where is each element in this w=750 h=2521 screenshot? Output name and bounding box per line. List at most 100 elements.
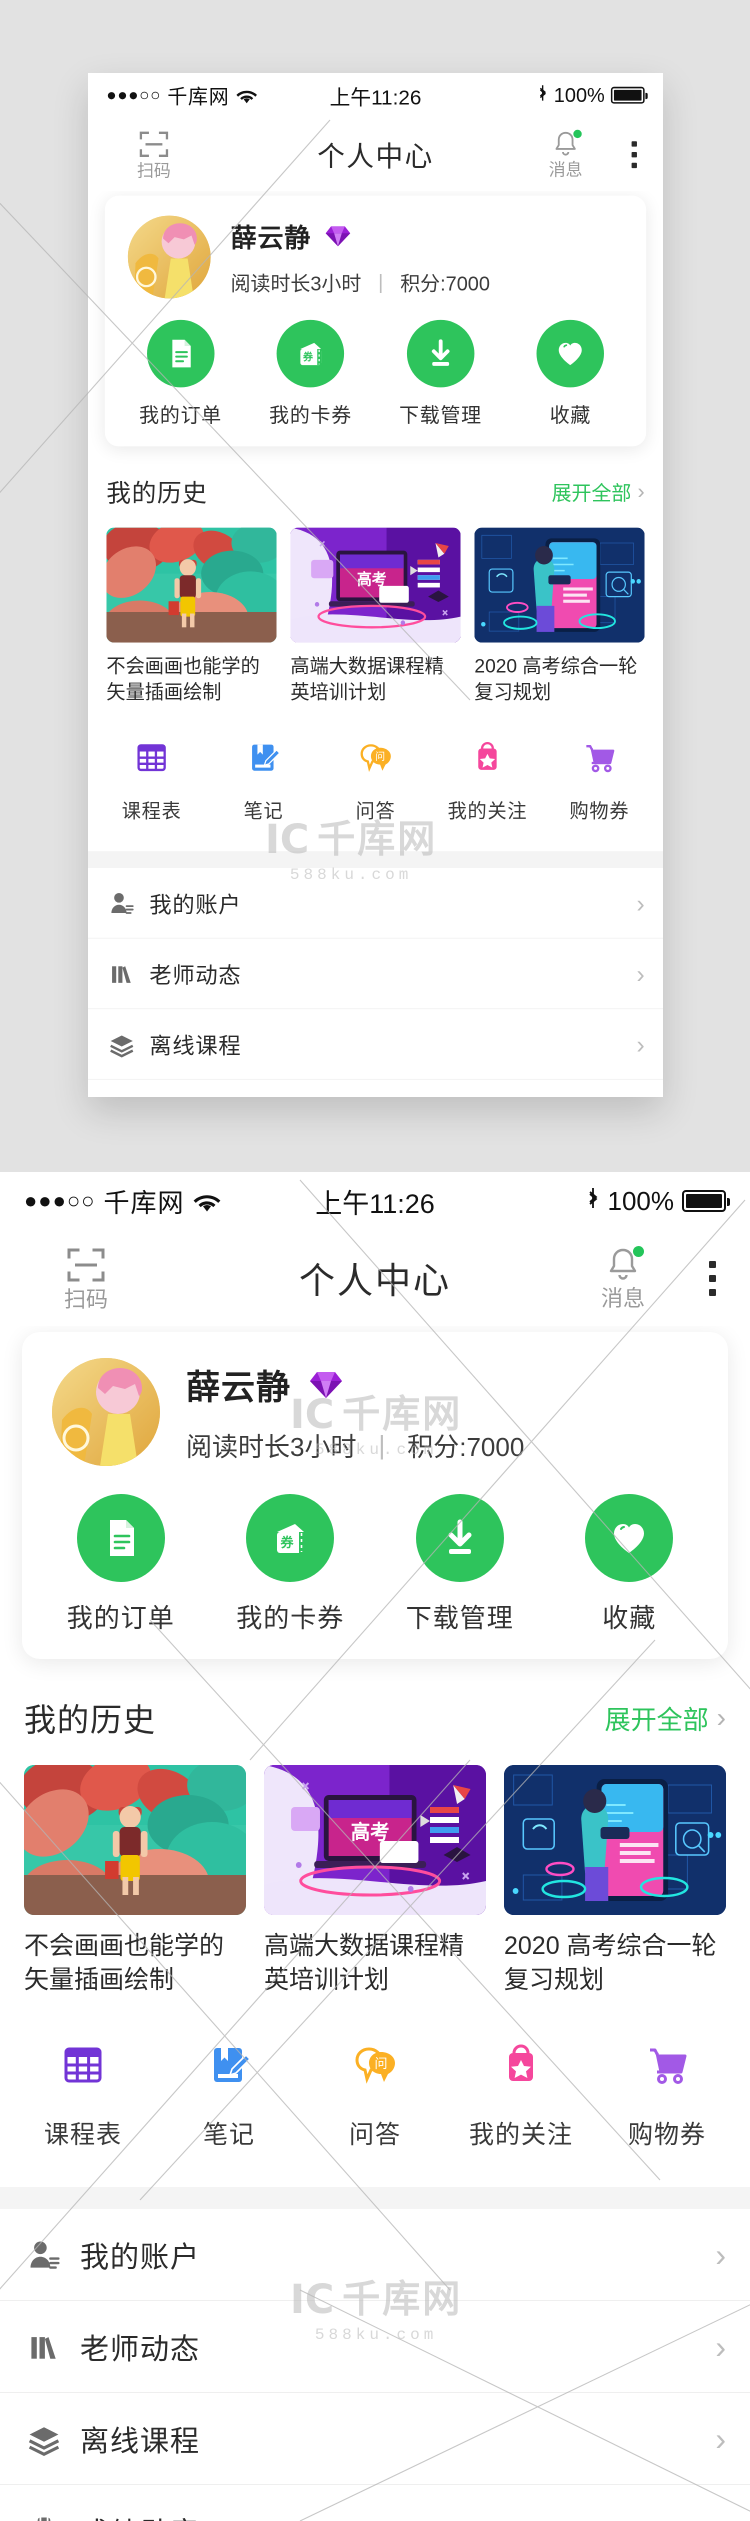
chevron-right-icon: › [636,889,645,917]
header-right-group: 消息 [563,1246,724,1310]
menu-item-label: 老师动态 [80,2333,201,2366]
action-my-orders[interactable]: 我的订单 [36,1494,206,1635]
app-header: 扫码 个人中心 消息 [0,1230,750,1326]
history-section-header: 我的历史 展开全部 › [88,446,663,527]
kebab-menu-icon[interactable] [625,138,643,171]
quick-link-label: 我的关注 [447,800,528,823]
chevron-right-icon: › [636,959,645,988]
quick-link-label: 问答 [348,2121,401,2149]
svg-text:问: 问 [374,2057,387,2072]
history-title: 我的历史 [106,479,208,507]
expand-all-label: 展开全部 [551,481,632,505]
diamond-icon [309,1370,343,1400]
quick-link-following[interactable]: 我的关注 [448,2037,594,2151]
menu-item-my-account[interactable]: 我的账户 › [88,868,663,939]
action-label: 我的订单 [66,1603,175,1633]
history-card[interactable]: 不会画画也能学的矢量插画绘制 [106,527,277,706]
svg-text:券: 券 [280,1535,295,1551]
profile-name-row: 薛云静 [186,1360,524,1409]
quick-link-label: 笔记 [243,800,284,823]
quick-link-notes[interactable]: 笔记 [208,736,320,823]
menu-item-teacher-updates[interactable]: 老师动态 › [0,2301,750,2393]
chevron-right-icon: › [637,479,645,504]
action-my-coupons[interactable]: 券 我的卡券 [206,1494,376,1635]
calendar-grid-icon [55,2037,111,2093]
menu-item-teacher-updates[interactable]: 老师动态 › [88,939,663,1010]
quick-link-following[interactable]: 我的关注 [431,736,543,823]
menu-item-label: 成绩勋章 [80,2510,200,2521]
avatar[interactable] [52,1358,160,1466]
battery-full-icon [682,1190,730,1212]
status-bar-time: 上午11:26 [315,1188,435,1219]
profile-meta: 薛云静 阅读时长3小时 | 积分:7000 [231,217,490,297]
action-favorites[interactable]: 收藏 [505,319,635,428]
messages-button[interactable]: 消息 [520,129,612,179]
action-download-manager[interactable]: 下载管理 [375,1494,545,1635]
history-card[interactable]: 高考 高端大数据课程精英培训计划 [264,1765,486,1997]
star-tag-icon [493,2037,549,2093]
menu-item-offline-courses[interactable]: 离线课程 › [0,2393,750,2485]
history-expand-all-button[interactable]: 展开全部 › [552,477,645,505]
coupon-wallet-icon: 券 [246,1494,335,1582]
books-shelf-icon [24,2327,64,2367]
menu-item-label: 我的账户 [80,2241,201,2274]
star-tag-icon [466,736,509,779]
quick-link-label: 购物券 [569,800,630,823]
history-title: 我的历史 [24,1702,157,1738]
note-pen-icon [201,2037,257,2093]
illustration-thumb-laptop-gaokao: 高考 [290,527,461,643]
menu-item-achievement-medal[interactable]: 成绩勋章 › [0,2485,750,2521]
action-favorites[interactable]: 收藏 [545,1494,715,1635]
history-card[interactable]: 2020 高考综合一轮复习规划 [504,1765,726,1997]
menu-item-label: 离线课程 [149,1034,242,1059]
history-card[interactable]: 2020 高考综合一轮复习规划 [474,527,645,706]
account-person-icon [24,2235,64,2275]
action-label: 我的卡券 [269,403,352,427]
order-document-icon [76,1494,165,1582]
chevron-right-icon: › [715,2236,726,2273]
avatar[interactable] [127,215,211,299]
history-expand-all-button[interactable]: 展开全部 › [605,1700,726,1737]
bell-icon [605,1246,644,1284]
profile-summary[interactable]: 薛云静 阅读时长3小时 | 积分:7000 [22,1358,728,1466]
messages-button[interactable]: 消息 [563,1246,683,1310]
kebab-menu-icon[interactable] [701,1257,724,1300]
quick-link-shopping-voucher[interactable]: 购物券 [594,2037,740,2151]
profile-action-row: 我的订单 券 我的卡券 下载管理 收藏 [22,1494,728,1635]
quick-links-row: 课程表 笔记 问 问答 我的关注 购物券 [0,1997,750,2187]
menu-item-label: 离线课程 [80,2425,201,2458]
action-download-manager[interactable]: 下载管理 [376,319,506,428]
action-my-orders[interactable]: 我的订单 [116,319,246,428]
menu-item-offline-courses[interactable]: 离线课程 › [88,1009,663,1080]
points-label: 积分:7000 [407,1432,525,1462]
menu-item-my-account[interactable]: 我的账户 › [0,2209,750,2301]
battery-full-icon [610,86,648,104]
books-shelf-icon [106,958,137,989]
order-document-icon [146,319,215,388]
quick-link-shopping-voucher[interactable]: 购物券 [543,736,655,823]
action-my-coupons[interactable]: 券 我的卡券 [246,319,376,428]
action-label: 收藏 [602,1603,657,1633]
quick-link-timetable[interactable]: 课程表 [96,736,208,823]
history-card[interactable]: 高考 高端大数据课程精英培训计划 [290,527,461,706]
quick-link-timetable[interactable]: 课程表 [10,2037,156,2151]
menu-item-label: 老师动态 [149,963,242,989]
scan-code-button[interactable]: 扫码 [108,129,200,180]
quick-link-qa[interactable]: 问 问答 [302,2037,448,2151]
main-screen-scaler: ●●●○○ 千库网 上午11:26 100% 扫码 个人中心 消息 薛云静 阅读… [0,1172,750,2521]
scan-code-button[interactable]: 扫码 [26,1245,146,1311]
action-label: 我的卡券 [236,1603,345,1633]
history-card[interactable]: 不会画画也能学的矢量插画绘制 [24,1765,246,1997]
calendar-grid-icon [130,736,173,779]
illustration-thumb-laptop-gaokao: 高考 [264,1765,486,1915]
history-caption: 2020 高考综合一轮复习规划 [504,1932,717,1994]
quick-link-qa[interactable]: 问 问答 [320,736,432,823]
profile-summary[interactable]: 薛云静 阅读时长3小时 | 积分:7000 [105,215,646,299]
action-label: 下载管理 [405,1603,514,1633]
menu-item-achievement-medal[interactable]: 成绩勋章 › [88,1080,663,1097]
status-bar: ●●●○○ 千库网 上午11:26 100% [88,73,663,118]
heart-icon [585,1494,674,1582]
messages-label: 消息 [600,1286,645,1311]
quick-link-label: 笔记 [202,2121,255,2149]
quick-link-notes[interactable]: 笔记 [156,2037,302,2151]
